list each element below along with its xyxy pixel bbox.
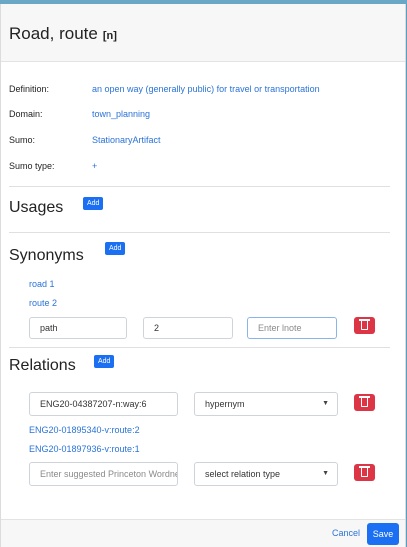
relation-type-value: hypernym [205,399,245,409]
synonyms-title: Synonyms [9,247,84,264]
relation-link[interactable]: ENG20-01895340-v:route:2 [29,425,140,435]
synonym-link-road[interactable]: road 1 [29,279,55,289]
add-synonym-button[interactable]: Add [105,242,126,255]
save-button[interactable]: Save [367,523,399,545]
modal-title: Road, route [n] [9,24,117,44]
synonym-link-route[interactable]: route 2 [29,298,57,308]
sumo-type-label: Sumo type: [9,161,55,171]
usages-title: Usages [9,199,64,216]
sumo-type-value: + [92,161,98,171]
delete-synonym-button[interactable] [354,317,375,334]
synonym-word-input[interactable]: path [29,317,127,339]
delete-new-relation-button[interactable] [354,464,375,481]
cancel-button[interactable]: Cancel [332,528,360,538]
caret-down-icon: ▼ [322,470,329,477]
relation-type-placeholder: select relation type [205,469,281,479]
domain-label: Domain: [9,109,43,119]
divider [9,347,390,348]
divider [9,232,390,233]
new-relation-type-select[interactable]: select relation type ▼ [194,462,338,486]
synonym-number-input[interactable]: 2 [143,317,233,339]
relation-link[interactable]: ENG20-01897936-v:route:1 [29,444,140,454]
definition-value: an open way (generally public) for trave… [92,84,320,94]
delete-relation-button[interactable] [354,394,375,411]
modal-footer: Cancel Save [1,519,405,547]
sumo-link[interactable]: StationaryArtifact [92,135,161,145]
relation-type-select[interactable]: hypernym ▼ [194,392,338,416]
synonym-note-input[interactable]: Enter lnote [247,317,337,339]
definition-label: Definition: [9,84,50,94]
relation-target-input[interactable]: ENG20-04387207-n:way:6 [29,392,178,416]
modal-header: Road, route [n] [1,4,405,62]
add-usage-button[interactable]: Add [83,197,104,210]
add-relation-button[interactable]: Add [94,355,115,368]
synset-title: Road, route [9,24,98,43]
sumo-label: Sumo: [9,135,36,145]
part-of-speech: [n] [102,30,117,42]
suggested-wordnet-input[interactable]: Enter suggested Princeton Wordnet [29,462,178,486]
relations-title: Relations [9,357,76,374]
caret-down-icon: ▼ [322,400,329,407]
edit-synset-modal: Road, route [n] Definition: an open way (… [0,4,406,547]
domain-link[interactable]: town_planning [92,109,150,119]
divider [9,186,390,187]
